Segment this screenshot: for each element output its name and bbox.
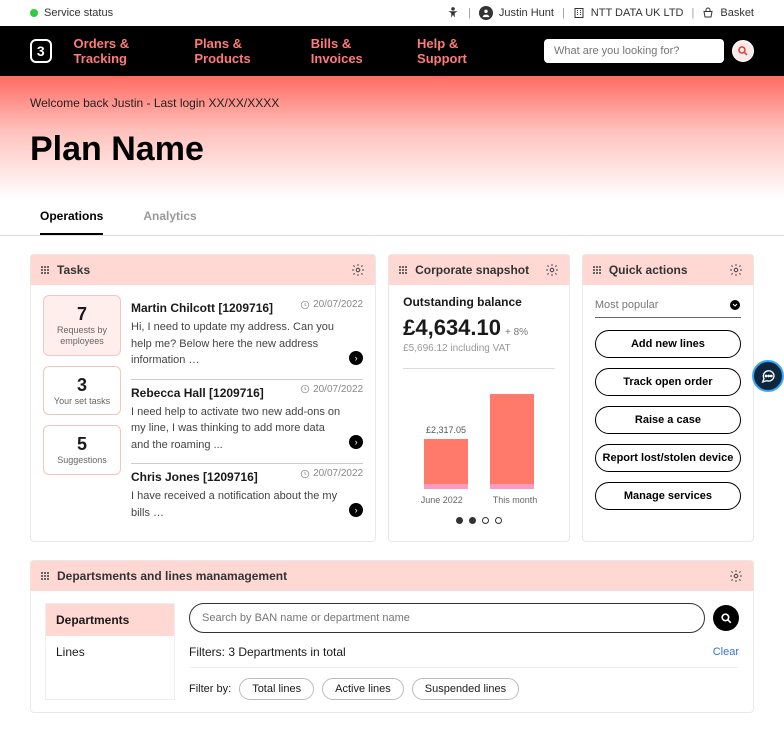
nav-bills[interactable]: Bills & Invoices <box>311 36 395 66</box>
building-icon <box>573 7 585 19</box>
task-item[interactable]: Chris Jones [1209716] 20/07/2022 I have … <box>131 464 363 531</box>
tab-operations[interactable]: Operations <box>40 199 103 235</box>
qa-add-lines[interactable]: Add new lines <box>595 330 741 358</box>
status-dot-icon <box>30 9 38 17</box>
basket-icon[interactable] <box>702 7 714 19</box>
dept-gear-icon[interactable] <box>729 569 743 583</box>
chevron-down-icon <box>729 299 741 311</box>
user-name[interactable]: Justin Hunt <box>499 7 554 19</box>
filters-summary: Filters: 3 Departments in total <box>189 645 346 659</box>
filter-by-label: Filter by: <box>189 683 231 695</box>
accessibility-icon[interactable] <box>446 6 460 20</box>
qa-manage-services[interactable]: Manage services <box>595 482 741 510</box>
dept-search-input[interactable] <box>189 603 705 633</box>
page-title: Plan Name <box>30 130 754 169</box>
task-item[interactable]: Rebecca Hall [1209716] 20/07/2022 I need… <box>131 380 363 465</box>
bucket-suggestions[interactable]: 5 Suggestions <box>43 425 121 475</box>
snapshot-title: Corporate snapshot <box>415 263 529 277</box>
chat-fab[interactable] <box>752 360 784 392</box>
company-name[interactable]: NTT DATA UK LTD <box>591 7 684 19</box>
snapshot-card: Corporate snapshot Outstanding balance £… <box>388 254 570 542</box>
departments-card: Departsments and lines manamagement Depa… <box>30 560 754 713</box>
basket-label[interactable]: Basket <box>720 7 754 19</box>
tab-analytics[interactable]: Analytics <box>143 199 196 235</box>
welcome-text: Welcome back Justin - Last login XX/XX/X… <box>30 96 754 110</box>
brand-logo[interactable]: 3 <box>30 39 52 63</box>
balance-inc-vat: £5,696.12 including VAT <box>403 343 555 354</box>
quick-title: Quick actions <box>609 263 688 277</box>
drag-handle-icon[interactable] <box>593 266 601 274</box>
drag-handle-icon[interactable] <box>399 266 407 274</box>
user-avatar-icon[interactable] <box>479 6 493 20</box>
side-tab-departments[interactable]: Departments <box>46 604 174 636</box>
quick-actions-card: Quick actions Most popular Add new lines… <box>582 254 754 542</box>
qa-raise-case[interactable]: Raise a case <box>595 406 741 434</box>
global-search-input[interactable] <box>544 39 724 63</box>
tasks-title: Tasks <box>57 263 90 277</box>
clock-icon <box>300 384 310 394</box>
quick-filter-select[interactable]: Most popular <box>595 295 741 318</box>
task-item[interactable]: Martin Chilcott [1209716] 20/07/2022 Hi,… <box>131 295 363 380</box>
clock-icon <box>300 300 310 310</box>
snapshot-gear-icon[interactable] <box>545 263 559 277</box>
nav-plans[interactable]: Plans & Products <box>194 36 288 66</box>
dept-title: Departsments and lines manamagement <box>57 569 287 583</box>
balance-amount: £4,634.10+ 8% <box>403 315 555 341</box>
carousel-dots[interactable] <box>403 517 555 524</box>
bucket-requests[interactable]: 7 Requests by employees <box>43 295 121 356</box>
global-search-button[interactable] <box>732 40 754 62</box>
nav-help[interactable]: Help & Support <box>417 36 500 66</box>
drag-handle-icon[interactable] <box>41 572 49 580</box>
chip-active-lines[interactable]: Active lines <box>322 678 404 700</box>
clock-icon <box>300 469 310 479</box>
quick-gear-icon[interactable] <box>729 263 743 277</box>
dept-search-button[interactable] <box>713 605 739 631</box>
qa-track-order[interactable]: Track open order <box>595 368 741 396</box>
tasks-gear-icon[interactable] <box>351 263 365 277</box>
chip-total-lines[interactable]: Total lines <box>239 678 314 700</box>
tasks-card: Tasks 7 Requests by employees 3 Your set… <box>30 254 376 542</box>
balance-chart: £2,317.05 <box>403 379 555 489</box>
qa-report-lost[interactable]: Report lost/stolen device <box>595 444 741 472</box>
task-arrow-icon[interactable]: › <box>349 351 363 365</box>
bucket-set-tasks[interactable]: 3 Your set tasks <box>43 366 121 416</box>
balance-label: Outstanding balance <box>403 295 555 309</box>
clear-filters-link[interactable]: Clear <box>713 646 739 658</box>
drag-handle-icon[interactable] <box>41 266 49 274</box>
chip-suspended-lines[interactable]: Suspended lines <box>412 678 519 700</box>
nav-orders[interactable]: Orders & Tracking <box>74 36 173 66</box>
service-status: Service status <box>44 7 113 19</box>
